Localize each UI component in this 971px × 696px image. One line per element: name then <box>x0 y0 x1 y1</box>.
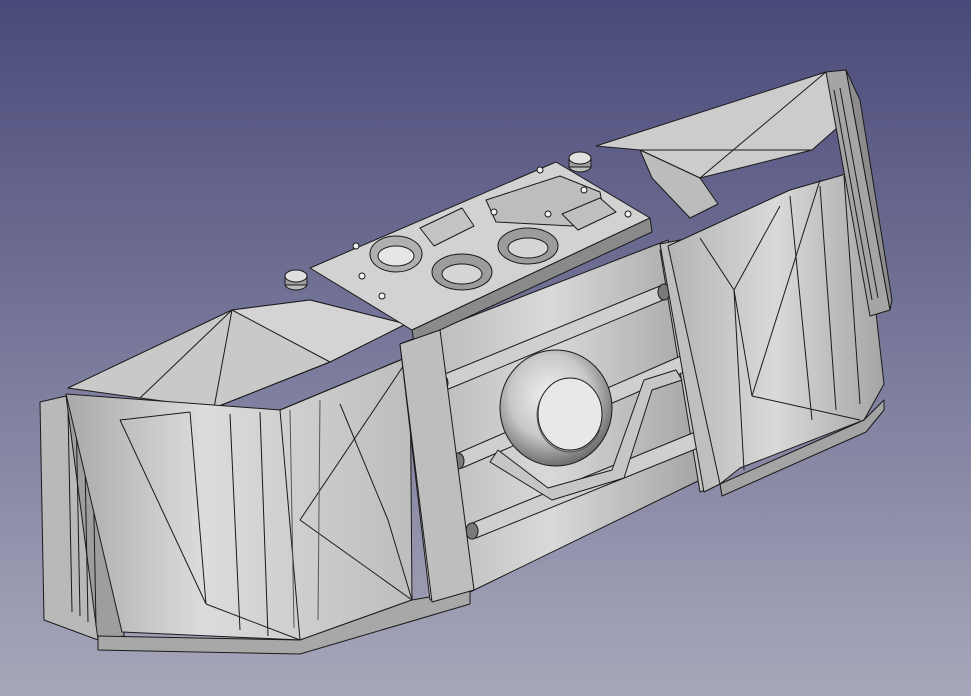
center-dome-port <box>499 349 613 467</box>
screw-knob-right <box>568 151 592 173</box>
screw-knob-left <box>284 269 308 291</box>
3d-viewport[interactable] <box>0 0 971 696</box>
3d-model-view[interactable] <box>0 0 971 696</box>
